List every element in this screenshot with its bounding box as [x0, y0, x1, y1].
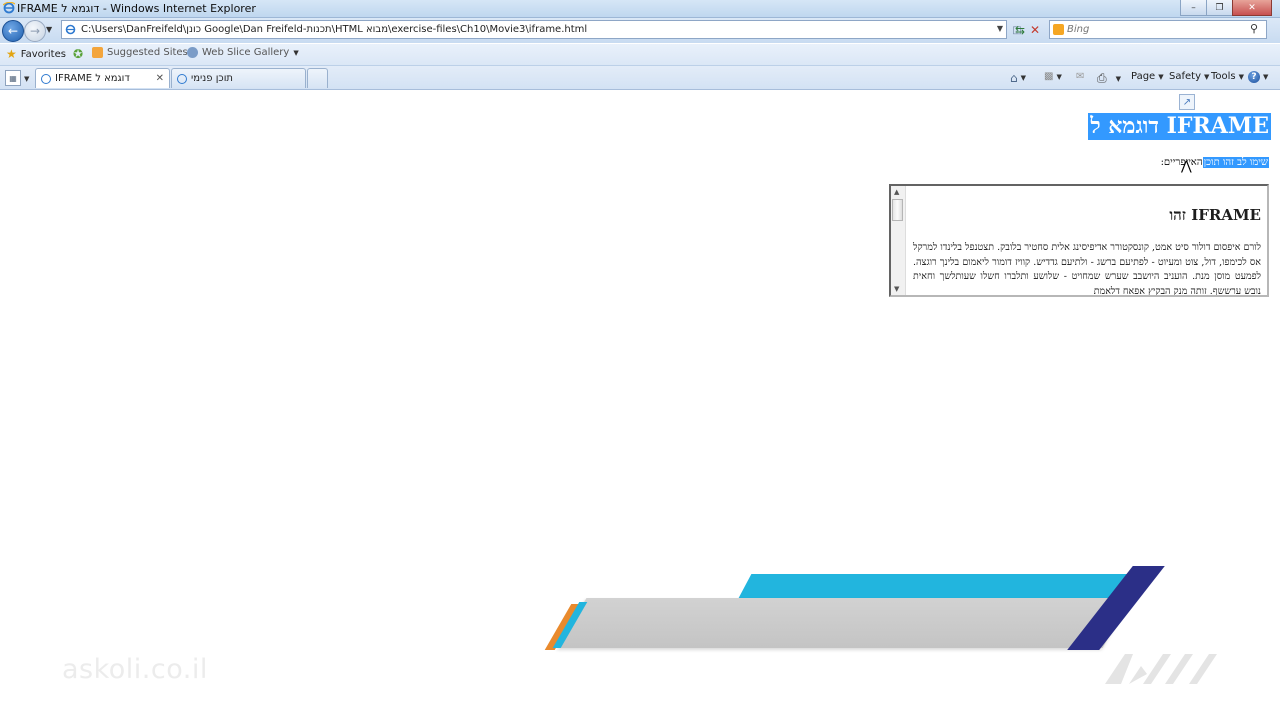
- url-text[interactable]: C:\Users\DanFreifeld\כונן Google\Dan Fre…: [81, 24, 587, 35]
- stop-icon: ✕: [1029, 23, 1041, 37]
- scroll-down-icon[interactable]: ▼: [894, 285, 899, 293]
- home-icon: ⌂: [1010, 71, 1018, 85]
- broken-image-icon: ↗: [1179, 94, 1195, 110]
- address-dropdown-icon[interactable]: ▼: [997, 24, 1003, 33]
- star-icon: ★: [6, 47, 17, 61]
- web-slice-gallery-button[interactable]: Web Slice Gallery ▼: [187, 47, 299, 58]
- iframe-scrollbar[interactable]: ▲ ▼: [891, 186, 906, 295]
- favorites-button[interactable]: ★ Favorites: [6, 47, 66, 61]
- close-window-button[interactable]: ✕: [1232, 0, 1272, 16]
- title-bar: IFRAME דוגמא ל - Windows Internet Explor…: [0, 0, 1280, 18]
- search-box[interactable]: ⚲: [1049, 20, 1267, 39]
- quick-tabs-icon: ▦: [9, 73, 17, 83]
- iframe-heading: IFRAME זהו: [1169, 206, 1261, 224]
- refresh-icon: ⇆: [1014, 23, 1026, 37]
- forward-button[interactable]: →: [24, 20, 46, 42]
- home-button[interactable]: ⌂ ▼: [1010, 71, 1026, 85]
- address-bar[interactable]: C:\Users\DanFreifeld\כונן Google\Dan Fre…: [61, 20, 1007, 39]
- tab-bar: ▦ ▼ IFRAME דוגמא ל ✕ תוכן פנימי ⌂ ▼ ▩ ▼ ✉ …: [0, 66, 1280, 90]
- tab-label: IFRAME דוגמא ל: [55, 73, 130, 84]
- search-icon[interactable]: ⚲: [1250, 22, 1258, 35]
- tools-menu[interactable]: Tools ▼: [1211, 71, 1244, 82]
- add-favorites-icon: ✪: [73, 47, 84, 61]
- print-button[interactable]: ⎙ ▼: [1097, 71, 1121, 86]
- minimize-button[interactable]: –: [1180, 0, 1207, 16]
- window-controls: – ❐ ✕: [1180, 0, 1272, 16]
- address-row: ← → ▼ C:\Users\DanFreifeld\כונן Google\D…: [0, 18, 1280, 43]
- tools-menu-label: Tools: [1211, 71, 1236, 82]
- feeds-button[interactable]: ▩ ▼: [1044, 71, 1062, 82]
- page-menu[interactable]: Page ▼: [1131, 71, 1164, 82]
- web-slice-icon: [187, 47, 198, 58]
- text-cursor-icon: ⋀: [1181, 159, 1192, 174]
- tab-inner-content[interactable]: תוכן פנימי: [171, 68, 306, 88]
- window-title: IFRAME דוגמא ל - Windows Internet Explor…: [17, 2, 256, 15]
- quick-tabs-button[interactable]: ▦: [5, 70, 21, 86]
- read-mail-button[interactable]: ✉: [1076, 71, 1084, 82]
- watermark-text: askoli.co.il: [62, 654, 208, 685]
- new-tab-button[interactable]: [307, 68, 328, 88]
- forward-icon: →: [29, 24, 41, 38]
- back-icon: ←: [7, 24, 19, 38]
- page-menu-label: Page: [1131, 71, 1156, 82]
- banner-grey-bar: [557, 598, 1132, 648]
- bing-icon: [1053, 24, 1064, 35]
- ie-icon: [3, 2, 15, 14]
- safety-menu[interactable]: Safety ▼: [1169, 71, 1209, 82]
- tab-list-dropdown[interactable]: ▼: [24, 75, 29, 83]
- stop-button[interactable]: ✕: [1026, 21, 1044, 39]
- search-input[interactable]: [1067, 22, 1237, 37]
- web-slice-label: Web Slice Gallery: [202, 47, 290, 58]
- favorites-label: Favorites: [20, 48, 66, 60]
- help-icon: ?: [1248, 71, 1260, 83]
- back-button[interactable]: ←: [2, 20, 24, 42]
- selected-text: שימו לב זהו תוכן: [1202, 157, 1269, 168]
- tab-label: תוכן פנימי: [191, 73, 234, 84]
- scroll-thumb[interactable]: [892, 199, 903, 221]
- brand-logo: [1105, 654, 1217, 684]
- add-to-favorites-bar-button[interactable]: ✪: [73, 47, 83, 61]
- page-icon: [65, 24, 76, 35]
- suggested-sites-label: Suggested Sites: [107, 47, 188, 58]
- feeds-icon: ▩: [1044, 71, 1054, 82]
- intro-text: שימו לב זהו תוכןהאייפריים:: [1161, 157, 1269, 168]
- ie-icon: [41, 73, 51, 84]
- lower-third-banner: [540, 560, 1180, 660]
- print-icon: ⎙: [1097, 71, 1107, 85]
- chevron-down-icon: ▼: [293, 48, 299, 57]
- embedded-iframe[interactable]: ▲ ▼ IFRAME זהו לורם איפסום דולור סיט אמט…: [889, 184, 1269, 297]
- recent-pages-dropdown[interactable]: ▼: [46, 25, 52, 34]
- safety-menu-label: Safety: [1169, 71, 1201, 82]
- tab-iframe-example[interactable]: IFRAME דוגמא ל ✕: [35, 68, 170, 88]
- restore-button[interactable]: ❐: [1206, 0, 1233, 16]
- page-title: IFRAME דוגמא ל: [1088, 113, 1271, 140]
- banner-blue-stripe: [738, 574, 1147, 598]
- mail-icon: ✉: [1076, 71, 1085, 82]
- favorites-bar: ★ Favorites ✪ Suggested Sites ▼ Web Slic…: [0, 44, 1280, 66]
- suggested-sites-icon: [92, 47, 103, 58]
- close-tab-button[interactable]: ✕: [156, 73, 164, 84]
- ie-icon: [177, 73, 187, 84]
- help-menu[interactable]: ? ▼: [1248, 71, 1268, 83]
- scroll-up-icon[interactable]: ▲: [894, 188, 899, 196]
- suggested-sites-button[interactable]: Suggested Sites ▼: [92, 47, 197, 58]
- iframe-body-text: לורם איפסום דולור סיט אמט, קונסקטורר אדי…: [913, 242, 1261, 297]
